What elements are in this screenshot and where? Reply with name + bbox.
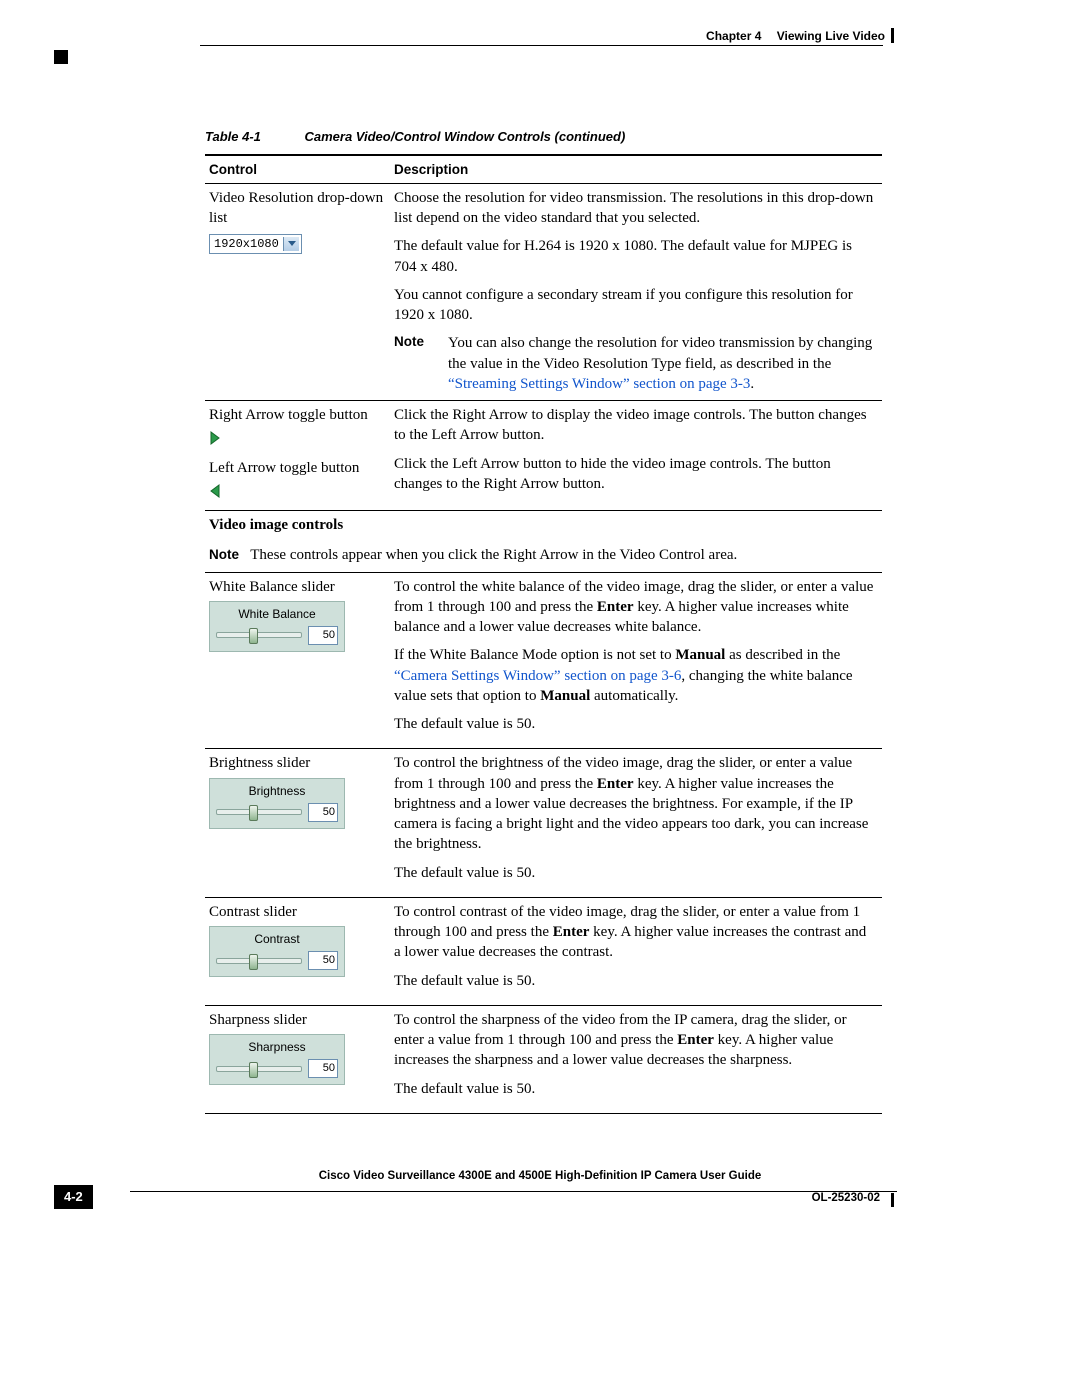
desc-para: The default value for H.264 is 1920 x 10… xyxy=(394,236,876,277)
slider-value[interactable]: 50 xyxy=(308,626,338,645)
row-contrast: Contrast slider Contrast 50 To control c… xyxy=(205,897,882,1005)
chapter-title: Viewing Live Video xyxy=(777,29,885,43)
desc-para: To control contrast of the video image, … xyxy=(394,902,876,963)
slider-label: White Balance xyxy=(216,606,338,622)
row-white-balance: White Balance slider White Balance 50 To… xyxy=(205,572,882,749)
left-arrow-icon[interactable] xyxy=(209,484,221,504)
desc-para: If the White Balance Mode option is not … xyxy=(394,645,876,706)
control-name: Video Resolution drop-down list xyxy=(209,188,384,229)
desc-para: Choose the resolution for video transmis… xyxy=(394,188,876,229)
col-header-control: Control xyxy=(205,155,390,184)
resolution-dropdown[interactable]: 1920x1080 xyxy=(209,234,302,254)
slider-value[interactable]: 50 xyxy=(308,1059,338,1078)
slider-thumb[interactable] xyxy=(249,954,258,970)
table-caption-text: Camera Video/Control Window Controls (co… xyxy=(305,129,626,144)
desc-para: You cannot configure a secondary stream … xyxy=(394,285,876,326)
desc-para: To control the sharpness of the video fr… xyxy=(394,1010,876,1071)
slider-value[interactable]: 50 xyxy=(308,803,338,822)
dropdown-value: 1920x1080 xyxy=(214,236,279,252)
control-name: Brightness slider xyxy=(209,753,384,773)
slider-label: Sharpness xyxy=(216,1039,338,1055)
contrast-slider[interactable]: Contrast 50 xyxy=(209,926,345,977)
slider-label: Contrast xyxy=(216,931,338,947)
corner-marker xyxy=(54,50,68,64)
chevron-down-icon[interactable] xyxy=(283,237,299,251)
row-sharpness: Sharpness slider Sharpness 50 To control… xyxy=(205,1005,882,1113)
table-number: Table 4-1 xyxy=(205,129,261,144)
desc-para: To control the brightness of the video i… xyxy=(394,753,876,854)
desc-para: The default value is 50. xyxy=(394,971,876,991)
camera-settings-link[interactable]: “Camera Settings Window” section on page… xyxy=(394,668,681,684)
header-rule xyxy=(200,45,883,46)
control-name: Left Arrow toggle button xyxy=(209,458,384,478)
control-name: White Balance slider xyxy=(209,577,384,597)
row-video-resolution: Video Resolution drop-down list 1920x108… xyxy=(205,183,882,400)
slider-thumb[interactable] xyxy=(249,805,258,821)
sharpness-slider[interactable]: Sharpness 50 xyxy=(209,1034,345,1085)
running-header: Chapter 4 Viewing Live Video xyxy=(706,28,885,44)
chapter-label: Chapter 4 xyxy=(706,29,761,43)
header-marker xyxy=(891,28,894,43)
slider-label: Brightness xyxy=(216,783,338,799)
streaming-settings-link[interactable]: “Streaming Settings Window” section on p… xyxy=(448,376,750,392)
control-name: Sharpness slider xyxy=(209,1010,384,1030)
section-header: Video image controls xyxy=(205,511,882,542)
desc-para: The default value is 50. xyxy=(394,863,876,883)
note-label: Note xyxy=(394,333,430,394)
note: Note You can also change the resolution … xyxy=(394,333,876,394)
white-balance-slider[interactable]: White Balance 50 xyxy=(209,601,345,652)
slider-track[interactable] xyxy=(216,1066,302,1072)
slider-track[interactable] xyxy=(216,632,302,638)
row-arrow-toggles: Right Arrow toggle button Left Arrow tog… xyxy=(205,401,882,511)
footer-rule xyxy=(130,1191,897,1192)
section-note-row: Note These controls appear when you clic… xyxy=(205,541,882,572)
page-number: 4-2 xyxy=(54,1185,93,1209)
note-text: You can also change the resolution for v… xyxy=(448,333,876,394)
slider-thumb[interactable] xyxy=(249,1062,258,1078)
control-name: Right Arrow toggle button xyxy=(209,405,384,425)
document-id: OL-25230-02 xyxy=(812,1191,880,1207)
desc-para: The default value is 50. xyxy=(394,1079,876,1099)
desc-para: To control the white balance of the vide… xyxy=(394,577,876,638)
desc-para: Click the Right Arrow to display the vid… xyxy=(394,405,876,446)
slider-thumb[interactable] xyxy=(249,628,258,644)
controls-table: Control Description Video Resolution dro… xyxy=(205,154,882,1114)
desc-para: Click the Left Arrow button to hide the … xyxy=(394,454,876,495)
slider-track[interactable] xyxy=(216,958,302,964)
right-arrow-icon[interactable] xyxy=(209,431,221,451)
footer-marker xyxy=(891,1193,894,1207)
note-text: These controls appear when you click the… xyxy=(250,547,737,563)
brightness-slider[interactable]: Brightness 50 xyxy=(209,778,345,829)
desc-para: The default value is 50. xyxy=(394,714,876,734)
table-caption: Table 4-1 Camera Video/Control Window Co… xyxy=(205,128,882,146)
slider-value[interactable]: 50 xyxy=(308,951,338,970)
row-brightness: Brightness slider Brightness 50 To contr… xyxy=(205,749,882,898)
section-title: Video image controls xyxy=(205,511,882,542)
slider-track[interactable] xyxy=(216,809,302,815)
col-header-description: Description xyxy=(390,155,882,184)
note-label: Note xyxy=(209,547,239,562)
control-name: Contrast slider xyxy=(209,902,384,922)
footer-guide-title: Cisco Video Surveillance 4300E and 4500E… xyxy=(0,1169,1080,1185)
